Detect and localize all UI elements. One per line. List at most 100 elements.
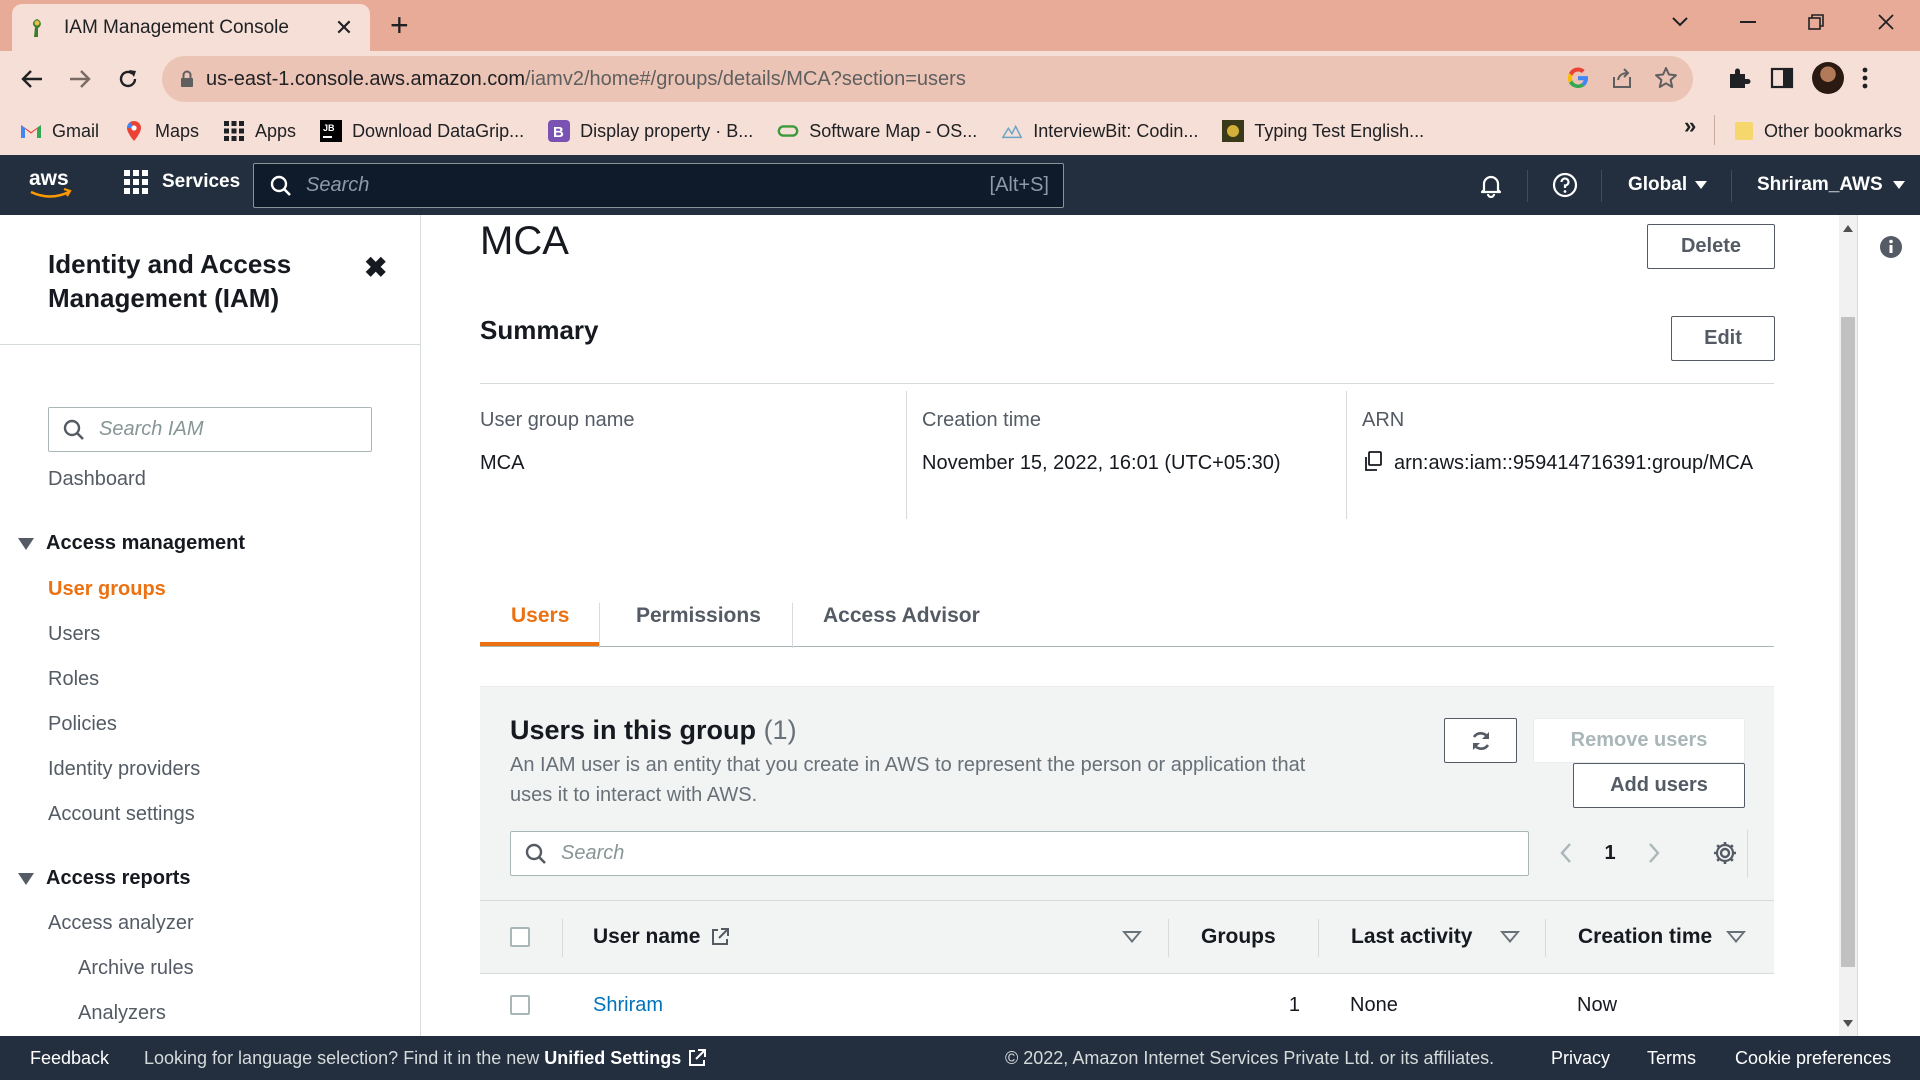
user-groups-count: 1	[1288, 993, 1300, 1016]
language-notice-text: Looking for language selection? Find it …	[144, 1047, 540, 1068]
forward-arrow-icon[interactable]	[64, 63, 96, 95]
restore-icon[interactable]	[1782, 0, 1850, 44]
help-icon[interactable]	[1552, 155, 1578, 215]
remove-users-button[interactable]: Remove users	[1533, 718, 1745, 763]
tab-permissions[interactable]: Permissions	[636, 585, 761, 647]
bookmark-software-map[interactable]: Software Map - OS...	[777, 120, 977, 142]
side-panel-icon[interactable]	[1770, 66, 1794, 90]
bookmark-label: Download DataGrip...	[352, 120, 525, 141]
bookmark-apps[interactable]: Apps	[223, 120, 296, 142]
sidebar-item-identity-providers[interactable]: Identity providers	[48, 758, 200, 781]
bookmarks-overflow-icon[interactable]: »	[1684, 113, 1696, 139]
section-label: Access reports	[46, 867, 191, 889]
new-tab-icon[interactable]: +	[390, 9, 409, 41]
sidebar-section-access-management[interactable]: Access management	[18, 532, 245, 555]
arn-value-row: arn:aws:iam::959414716391:group/MCA	[1362, 448, 1782, 479]
search-shortcut-hint: [Alt+S]	[989, 174, 1049, 196]
sidebar-item-analyzers[interactable]: Analyzers	[78, 1002, 166, 1025]
cookie-preferences-link[interactable]: Cookie preferences	[1735, 1036, 1891, 1080]
pagination-prev-icon[interactable]	[1554, 833, 1578, 873]
typing-test-icon	[1222, 120, 1245, 142]
column-header-groups[interactable]: Groups	[1201, 901, 1276, 973]
sidebar-item-dashboard[interactable]: Dashboard	[48, 468, 146, 491]
column-header-user-name[interactable]: User name	[593, 901, 730, 973]
sort-user-name-icon[interactable]	[1122, 901, 1142, 973]
privacy-link[interactable]: Privacy	[1551, 1036, 1610, 1080]
summary-heading: Summary	[480, 315, 599, 345]
folder-icon	[1734, 120, 1754, 142]
pagination-page-number[interactable]: 1	[1598, 833, 1622, 873]
other-bookmarks[interactable]: Other bookmarks	[1734, 107, 1902, 155]
feedback-link[interactable]: Feedback	[30, 1036, 109, 1080]
bookmark-interviewbit[interactable]: InterviewBit: Codin...	[1001, 120, 1198, 142]
browser-toolbar: us-east-1.console.aws.amazon.com/iamv2/h…	[0, 51, 1920, 107]
sidebar-item-account-settings[interactable]: Account settings	[48, 803, 195, 826]
jetbrains-icon: JB	[320, 120, 343, 142]
bookmark-star-icon[interactable]	[1653, 65, 1679, 91]
add-users-button[interactable]: Add users	[1573, 763, 1745, 808]
select-all-checkbox[interactable]	[510, 901, 530, 973]
pagination-next-icon[interactable]	[1642, 833, 1666, 873]
delete-button[interactable]: Delete	[1647, 224, 1775, 269]
user-name-link[interactable]: Shriram	[593, 974, 663, 1036]
refresh-button[interactable]	[1444, 718, 1517, 763]
account-menu[interactable]: Shriram_AWS	[1757, 155, 1905, 215]
sidebar-section-access-reports[interactable]: Access reports	[18, 867, 191, 890]
scroll-down-icon[interactable]	[1843, 1020, 1853, 1027]
column-header-last-activity[interactable]: Last activity	[1351, 901, 1472, 973]
sidebar-item-user-groups[interactable]: User groups	[48, 578, 166, 601]
main-scrollbar[interactable]	[1839, 215, 1857, 1036]
chrome-menu-icon[interactable]	[1862, 67, 1868, 89]
sidebar-item-users[interactable]: Users	[48, 623, 100, 646]
window-close-icon[interactable]	[1852, 0, 1920, 44]
tab-search-chevron-icon[interactable]	[1646, 0, 1714, 44]
users-search-input[interactable]: Search	[510, 831, 1529, 876]
bookmark-gmail[interactable]: Gmail	[20, 120, 99, 142]
users-search-placeholder: Search	[561, 842, 625, 864]
table-settings-gear-icon[interactable]	[1710, 833, 1740, 873]
lock-icon[interactable]	[180, 70, 194, 88]
sort-creation-time-icon[interactable]	[1726, 901, 1746, 973]
address-bar[interactable]: us-east-1.console.aws.amazon.com/iamv2/h…	[162, 56, 1693, 102]
region-selector[interactable]: Global	[1628, 155, 1708, 215]
unified-settings-link[interactable]: Unified Settings	[544, 1048, 681, 1069]
google-icon[interactable]	[1565, 65, 1591, 91]
bookmark-datagrip[interactable]: JB Download DataGrip...	[320, 120, 524, 142]
tab-access-advisor[interactable]: Access Advisor	[823, 585, 980, 647]
tab-users[interactable]: Users	[511, 585, 569, 647]
close-sidebar-icon[interactable]: ✖	[364, 251, 387, 284]
services-menu[interactable]: Services	[124, 170, 240, 194]
column-header-creation-time[interactable]: Creation time	[1578, 901, 1712, 973]
minimize-icon[interactable]	[1714, 0, 1782, 44]
sidebar-item-archive-rules[interactable]: Archive rules	[78, 957, 194, 980]
edit-button[interactable]: Edit	[1671, 316, 1775, 361]
sidebar-item-policies[interactable]: Policies	[48, 713, 117, 736]
bookmark-bootstrap[interactable]: B Display property · B...	[548, 120, 753, 142]
reload-icon[interactable]	[112, 63, 144, 95]
sidebar-divider	[0, 344, 420, 345]
bookmark-typing-test[interactable]: Typing Test English...	[1222, 120, 1424, 142]
share-icon[interactable]	[1609, 65, 1635, 91]
browser-tab[interactable]: IAM Management Console ✕	[12, 4, 370, 51]
back-arrow-icon[interactable]	[16, 63, 48, 95]
bookmarks-divider	[1714, 115, 1715, 145]
row-checkbox[interactable]	[510, 974, 530, 1036]
sort-last-activity-icon[interactable]	[1500, 901, 1520, 973]
search-iam-input[interactable]: Search IAM	[48, 407, 372, 452]
terms-link[interactable]: Terms	[1647, 1036, 1696, 1080]
sidebar-item-access-analyzer[interactable]: Access analyzer	[48, 912, 194, 935]
aws-logo[interactable]: aws	[28, 167, 74, 203]
user-last-activity: None	[1350, 993, 1398, 1016]
extensions-puzzle-icon[interactable]	[1726, 65, 1752, 91]
sidebar-item-roles[interactable]: Roles	[48, 668, 99, 691]
chrome-profile-avatar[interactable]	[1812, 62, 1844, 94]
scrollbar-thumb[interactable]	[1841, 317, 1855, 967]
notifications-bell-icon[interactable]	[1478, 155, 1504, 215]
aws-search-input[interactable]: Search [Alt+S]	[253, 163, 1064, 208]
user-creation-time: Now	[1577, 993, 1618, 1016]
scroll-up-icon[interactable]	[1843, 225, 1853, 232]
info-icon[interactable]	[1879, 235, 1903, 259]
bookmark-maps[interactable]: Maps	[123, 120, 199, 142]
copy-icon[interactable]	[1362, 450, 1384, 472]
tab-close-icon[interactable]: ✕	[332, 15, 356, 41]
